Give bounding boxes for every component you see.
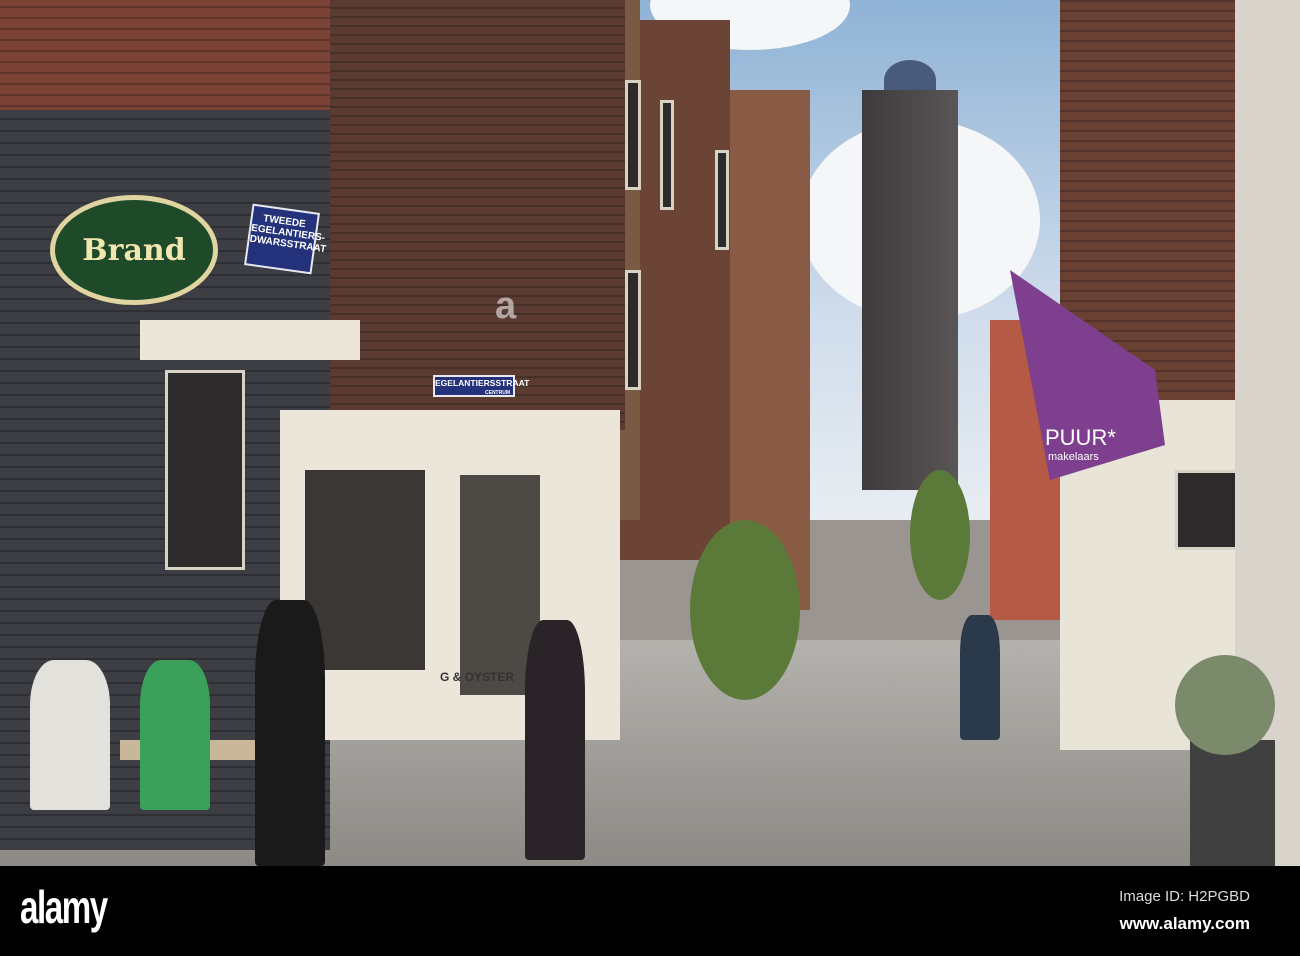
street-photo: PUUR* makelaars G & OYSTER Brand TWEEDE … [0, 0, 1300, 866]
street-sign: TWEEDE EGELANTIERS-DWARSSTRAAT [244, 203, 327, 275]
person [30, 660, 110, 810]
watermark: a [495, 285, 517, 327]
cornice [140, 320, 360, 360]
shop-sign: G & OYSTER [440, 670, 515, 684]
flag-title: PUUR* [1045, 425, 1116, 450]
street-name: EGELANTIERSSTRAAT [435, 378, 530, 388]
plant [1175, 655, 1275, 755]
waitress [255, 600, 325, 866]
tree [910, 470, 970, 600]
brand-beer-sign: Brand [50, 195, 218, 305]
window [165, 370, 245, 570]
alamy-logo: alamy [20, 881, 108, 933]
church-tower [862, 90, 958, 490]
district-name: CENTRUM [485, 390, 510, 396]
window [715, 150, 729, 250]
planter [1190, 740, 1275, 866]
flag-subtitle: makelaars [1048, 451, 1099, 463]
pedestrian [960, 615, 1000, 740]
footer-bar: alamy Image ID: H2PGBD www.alamy.com [0, 866, 1300, 956]
image-id: Image ID: H2PGBD [1119, 888, 1250, 905]
pedestrian [525, 620, 585, 860]
shop-window [305, 470, 425, 670]
window [625, 80, 641, 190]
person [140, 660, 210, 810]
site-url: www.alamy.com [1119, 914, 1250, 933]
brick-building [325, 0, 625, 430]
window [660, 100, 674, 210]
window [625, 270, 641, 390]
street-sign: EGELANTIERSSTRAAT CENTRUM [433, 375, 529, 397]
plants [690, 520, 800, 700]
